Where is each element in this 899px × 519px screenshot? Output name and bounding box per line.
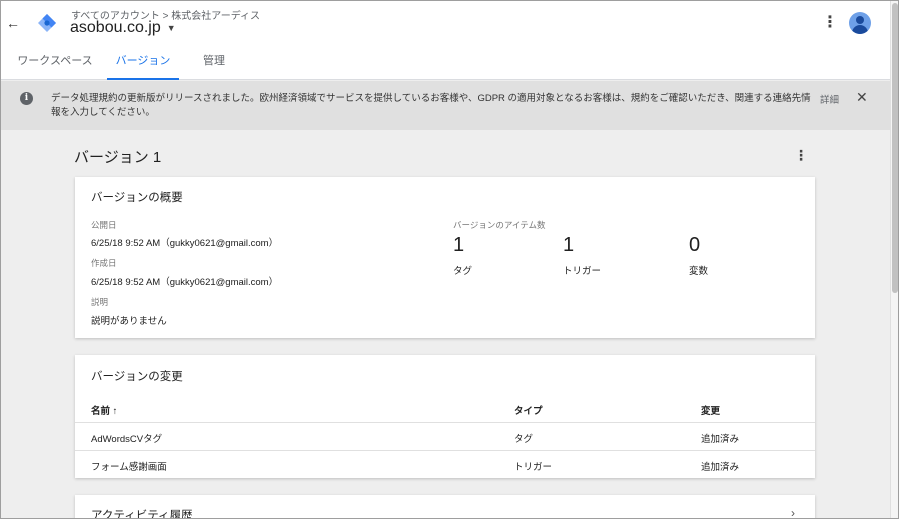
banner-details-link[interactable]: 詳細 — [820, 92, 839, 106]
gtm-diamond-logo — [38, 14, 56, 32]
column-header-name[interactable]: 名前 ↑ — [91, 403, 117, 417]
close-icon[interactable]: ✕ — [856, 89, 868, 106]
tag-count: 1 — [453, 234, 465, 256]
app-window: ← すべてのアカウント > 株式会社アーディス asobou.co.jp ▼ ⋮… — [0, 0, 899, 519]
items-count-label: バージョンのアイテム数 — [453, 220, 546, 230]
activity-history-card[interactable]: アクティビティ履歴 › — [75, 495, 815, 519]
published-label: 公開日 — [91, 220, 117, 230]
row-change: 追加済み — [701, 462, 740, 473]
more-vert-icon[interactable]: ⋮ — [822, 13, 838, 33]
caret-down-icon: ▼ — [166, 23, 176, 33]
row-type: トリガー — [514, 462, 553, 473]
trigger-count: 1 — [563, 234, 575, 256]
info-icon: i — [20, 92, 33, 105]
created-value: 6/25/18 9:52 AM（gukky0621@gmail.com） — [91, 277, 279, 288]
changes-title: バージョンの変更 — [91, 371, 183, 383]
banner-message: データ処理規約の更新版がリリースされました。欧州経済領域でサービスを提供している… — [51, 93, 811, 118]
page-scrollbar[interactable] — [890, 1, 898, 518]
more-vert-icon[interactable]: ⋮ — [794, 147, 808, 164]
main-tabs: ワークスペース バージョン 管理 — [1, 45, 890, 80]
variable-count: 0 — [689, 234, 701, 256]
top-app-bar: ← すべてのアカウント > 株式会社アーディス asobou.co.jp ▼ ⋮ — [1, 1, 890, 45]
row-divider — [75, 422, 815, 423]
container-selector[interactable]: asobou.co.jp ▼ — [70, 19, 176, 37]
variable-count-label: 変数 — [689, 266, 709, 277]
row-divider — [75, 450, 815, 451]
scrollbar-thumb[interactable] — [892, 3, 898, 293]
container-name: asobou.co.jp — [70, 19, 161, 36]
published-value: 6/25/18 9:52 AM（gukky0621@gmail.com） — [91, 238, 279, 249]
activity-title: アクティビティ履歴 — [91, 510, 193, 519]
tag-count-label: タグ — [453, 266, 473, 277]
page-title: バージョン 1 — [74, 149, 162, 166]
row-name[interactable]: フォーム感謝画面 — [91, 459, 167, 473]
tab-versions[interactable]: バージョン — [107, 45, 179, 80]
created-label: 作成日 — [91, 258, 117, 268]
overview-title: バージョンの概要 — [91, 192, 183, 204]
row-change: 追加済み — [701, 434, 740, 445]
chevron-right-icon[interactable]: › — [791, 506, 795, 518]
description-label: 説明 — [91, 297, 109, 307]
arrow-up-icon: ↑ — [112, 406, 118, 417]
account-avatar-icon[interactable] — [849, 12, 871, 34]
notification-banner: i データ処理規約の更新版がリリースされました。欧州経済領域でサービスを提供して… — [1, 81, 890, 130]
tab-workspace[interactable]: ワークスペース — [13, 45, 97, 80]
column-header-type[interactable]: タイプ — [514, 403, 543, 417]
version-changes-card: バージョンの変更 名前 ↑ タイプ 変更 AdWordsCVタグ タグ 追加済み… — [75, 355, 815, 478]
row-name[interactable]: AdWordsCVタグ — [91, 431, 162, 445]
trigger-count-label: トリガー — [563, 266, 602, 277]
version-overview-card: バージョンの概要 公開日 6/25/18 9:52 AM（gukky0621@g… — [75, 177, 815, 338]
row-type: タグ — [514, 434, 534, 445]
tab-admin[interactable]: 管理 — [195, 45, 233, 80]
description-value: 説明がありません — [91, 316, 167, 327]
column-name-label: 名前 — [91, 406, 111, 417]
column-header-change[interactable]: 変更 — [701, 403, 720, 417]
arrow-left-icon[interactable]: ← — [5, 15, 21, 31]
